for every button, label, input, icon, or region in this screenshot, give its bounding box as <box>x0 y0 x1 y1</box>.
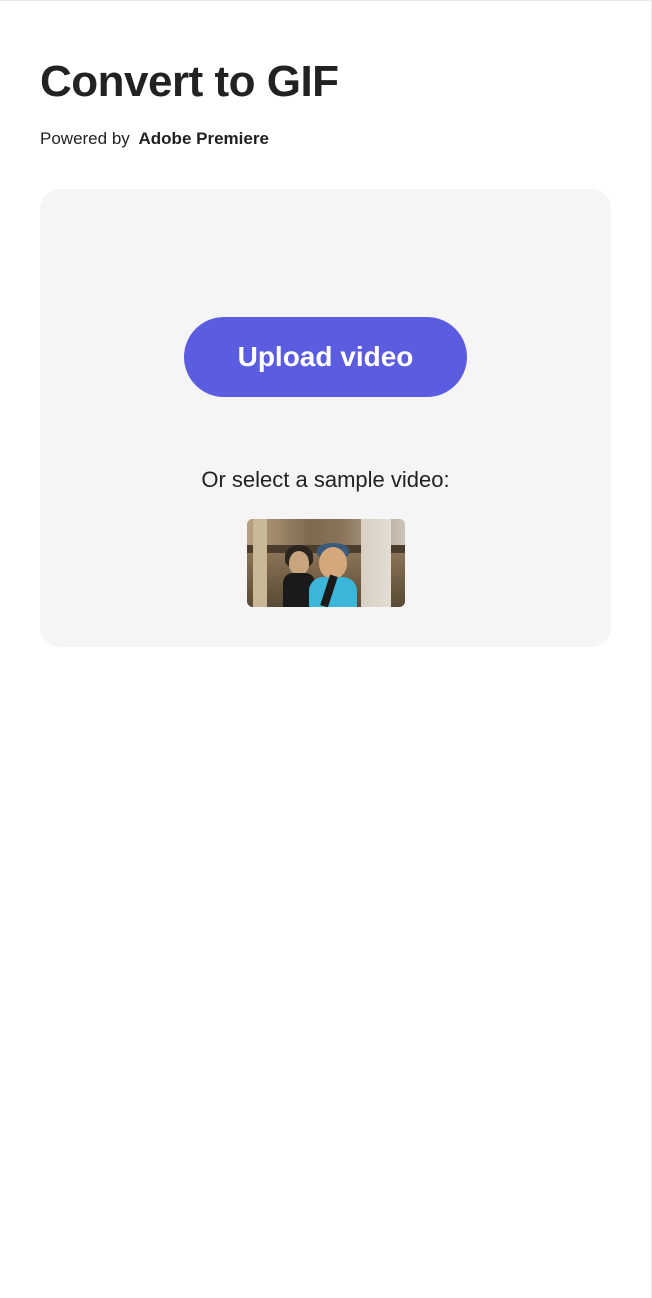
powered-by-line: Powered by Adobe Premiere <box>40 129 611 149</box>
powered-by-brand: Adobe Premiere <box>139 129 269 148</box>
thumb-person <box>319 547 347 579</box>
page-container: Convert to GIF Powered by Adobe Premiere… <box>0 1 651 647</box>
page-title: Convert to GIF <box>40 57 611 107</box>
thumb-background <box>361 519 391 607</box>
sample-video-thumbnail[interactable] <box>247 519 405 607</box>
upload-video-button[interactable]: Upload video <box>184 317 468 397</box>
upload-panel: Upload video Or select a sample video: <box>40 189 611 647</box>
sample-video-label: Or select a sample video: <box>201 467 449 493</box>
powered-by-prefix: Powered by <box>40 129 130 148</box>
thumb-person <box>289 551 309 575</box>
thumb-background <box>253 519 267 607</box>
